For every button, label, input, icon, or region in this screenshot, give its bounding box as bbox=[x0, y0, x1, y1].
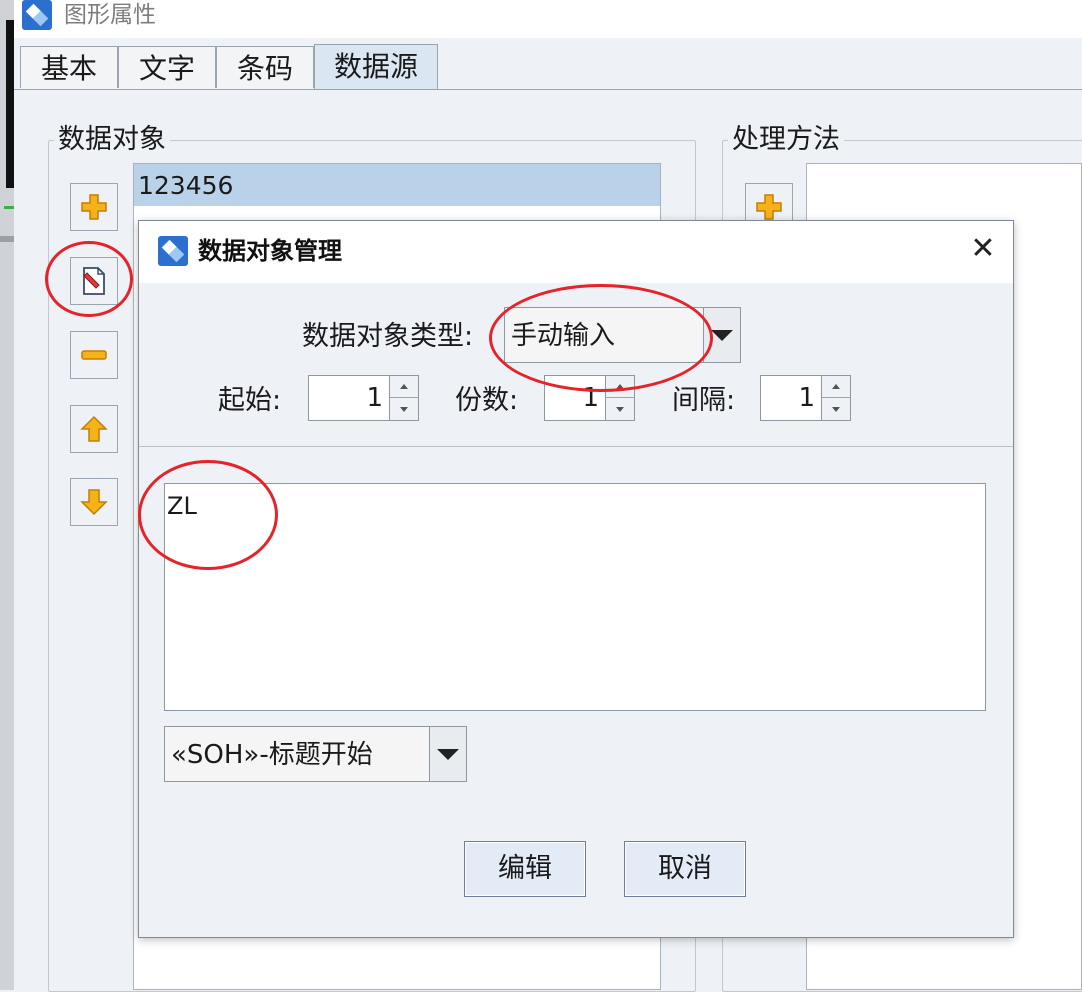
control-char-select[interactable]: «SOH»-标题开始 bbox=[164, 726, 430, 782]
start-label: 起始: bbox=[218, 385, 282, 416]
interval-input[interactable]: 1 bbox=[760, 375, 822, 421]
data-objects-label: 数据对象 bbox=[54, 124, 170, 156]
type-label: 数据对象类型: bbox=[302, 321, 474, 352]
processing-label: 处理方法 bbox=[728, 124, 844, 156]
desktop-edge-dark bbox=[6, 20, 14, 188]
add-icon bbox=[756, 194, 782, 220]
annotation-circle bbox=[138, 460, 278, 570]
add-button[interactable] bbox=[70, 183, 118, 231]
move-down-button[interactable] bbox=[70, 478, 118, 526]
window-titlebar bbox=[14, 0, 1082, 38]
desktop-edge-divider bbox=[0, 236, 14, 242]
dialog-separator bbox=[139, 446, 1013, 447]
dialog-title: 数据对象管理 bbox=[198, 237, 342, 265]
interval-stepper[interactable] bbox=[821, 375, 851, 421]
stepper-up-icon[interactable] bbox=[822, 376, 850, 398]
stepper-down-icon[interactable] bbox=[606, 398, 634, 420]
dialog-app-icon bbox=[158, 236, 188, 270]
copies-label: 份数: bbox=[455, 385, 519, 416]
chevron-down-icon bbox=[711, 329, 733, 341]
stepper-down-icon[interactable] bbox=[822, 398, 850, 420]
remove-button[interactable] bbox=[70, 331, 118, 379]
list-item[interactable]: 123456 bbox=[134, 164, 660, 206]
tab-datasource[interactable]: 数据源 bbox=[314, 44, 438, 90]
start-stepper[interactable] bbox=[389, 375, 419, 421]
stepper-up-icon[interactable] bbox=[390, 376, 418, 398]
add-icon bbox=[81, 194, 107, 220]
cancel-button[interactable]: 取消 bbox=[624, 841, 746, 897]
remove-icon bbox=[81, 350, 107, 360]
desktop-edge-accent bbox=[4, 206, 14, 209]
move-up-button[interactable] bbox=[70, 405, 118, 453]
tabs-divider bbox=[14, 89, 1082, 90]
interval-label: 间隔: bbox=[672, 385, 736, 416]
edit-confirm-button[interactable]: 编辑 bbox=[464, 841, 586, 897]
stepper-down-icon[interactable] bbox=[390, 398, 418, 420]
move-down-icon bbox=[80, 489, 108, 516]
chevron-down-icon bbox=[437, 748, 459, 760]
close-icon[interactable]: ✕ bbox=[966, 232, 1000, 266]
tab-barcode[interactable]: 条码 bbox=[216, 46, 314, 88]
control-char-dropdown-button[interactable] bbox=[429, 726, 467, 782]
app-icon bbox=[22, 0, 52, 34]
window-title: 图形属性 bbox=[64, 2, 156, 28]
annotation-circle bbox=[45, 241, 133, 317]
move-up-icon bbox=[80, 415, 108, 442]
tab-text[interactable]: 文字 bbox=[118, 46, 216, 88]
content-textarea[interactable]: ZL bbox=[164, 483, 986, 711]
annotation-circle bbox=[489, 284, 713, 392]
start-input[interactable]: 1 bbox=[308, 375, 390, 421]
tab-basic[interactable]: 基本 bbox=[20, 46, 118, 88]
